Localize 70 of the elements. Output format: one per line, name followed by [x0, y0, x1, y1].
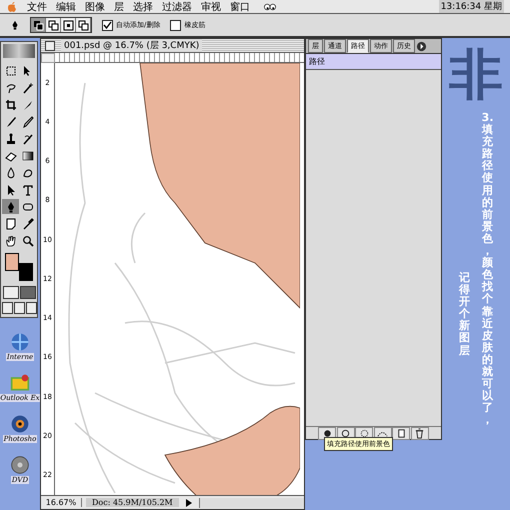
- path-mode-button[interactable]: [61, 18, 76, 32]
- quick-mask-button[interactable]: [20, 286, 36, 299]
- foreground-color-swatch[interactable]: [5, 253, 19, 271]
- dotted-circle-icon: [358, 428, 370, 438]
- disc-icon[interactable]: [10, 455, 30, 475]
- crop-icon: [4, 98, 16, 110]
- vertical-text: 3. 填充路径使用的前景色，颜色找个靠近皮肤的就可以了，: [481, 112, 494, 426]
- gradient-icon: [22, 150, 34, 162]
- eyedropper-icon: [22, 218, 34, 230]
- screen-mode-button[interactable]: [14, 302, 24, 314]
- ruler-corner: [41, 53, 55, 63]
- screen-mode-button[interactable]: [2, 302, 12, 314]
- path-row[interactable]: 路径: [306, 54, 441, 70]
- screen-mode-button[interactable]: [26, 302, 36, 314]
- wand-icon: [22, 82, 34, 94]
- rounded-rectangle-icon: [22, 200, 34, 212]
- squares-icon: [48, 20, 58, 30]
- brush-icon: [4, 116, 16, 128]
- window-title: 001.psd @ 16.7% (层 3,CMYK): [61, 39, 202, 52]
- fill-circle-icon: [322, 428, 333, 438]
- fill-circle-button[interactable]: [318, 426, 336, 440]
- eye-icon[interactable]: [10, 414, 30, 434]
- close-box[interactable]: [45, 40, 55, 50]
- trash-button[interactable]: [410, 426, 429, 440]
- background-color-swatch[interactable]: [19, 263, 33, 281]
- document-size-info: Doc: 45.9M/105.2M: [86, 498, 179, 507]
- menu-item[interactable]: 过滤器: [162, 0, 192, 14]
- menu-clock: 13:16:34 星期: [438, 0, 504, 13]
- horizontal-scrollbar[interactable]: [198, 498, 304, 508]
- mail-icon[interactable]: [10, 373, 30, 393]
- type-icon: [22, 184, 34, 196]
- squares-icon: [78, 20, 88, 30]
- menu-item[interactable]: 审视: [201, 0, 221, 14]
- squares-icon: [32, 20, 44, 30]
- path-mode-button[interactable]: [76, 18, 91, 32]
- marquee-icon: [4, 64, 16, 76]
- pencil-icon: [22, 116, 34, 128]
- circle-outline-icon: [340, 428, 352, 438]
- note-icon: [4, 218, 16, 230]
- checkbox[interactable]: [170, 20, 182, 30]
- hand-icon: [4, 234, 16, 246]
- path-mode-button[interactable]: [46, 18, 61, 32]
- brush-swirl-icon: [22, 132, 34, 144]
- eraser-icon: [4, 150, 16, 162]
- pen-tool-button[interactable]: [2, 199, 19, 214]
- drop-icon: [4, 166, 16, 178]
- lasso-icon: [4, 82, 16, 94]
- squares-icon: [62, 20, 74, 30]
- menu-item[interactable]: 选择: [133, 0, 153, 14]
- zoom-field[interactable]: 16.67%: [41, 498, 82, 507]
- palette-header-image: [3, 44, 35, 58]
- menu-item[interactable]: 编辑: [56, 0, 76, 14]
- globe-icon[interactable]: [10, 332, 30, 352]
- standard-mode-button[interactable]: [2, 286, 18, 299]
- menu-item[interactable]: 文件: [27, 0, 47, 14]
- menu-item[interactable]: 层: [114, 0, 124, 14]
- checkbox[interactable]: [102, 20, 113, 30]
- finger-icon: [22, 166, 34, 178]
- stamp-icon: [4, 132, 16, 144]
- path-mode-button[interactable]: [31, 18, 46, 32]
- vertical-text: 记得开个新图层: [458, 272, 471, 359]
- pen-icon[interactable]: [10, 18, 20, 32]
- new-page-button[interactable]: [392, 426, 410, 440]
- menu-item[interactable]: 窗口: [230, 0, 250, 14]
- magnifier-icon: [22, 234, 34, 246]
- heading-character: 非: [449, 48, 503, 102]
- panel-menu-icon[interactable]: [416, 40, 427, 52]
- trash-icon: [414, 428, 426, 438]
- menu-item[interactable]: 图像: [85, 0, 105, 14]
- new-page-icon: [396, 428, 407, 438]
